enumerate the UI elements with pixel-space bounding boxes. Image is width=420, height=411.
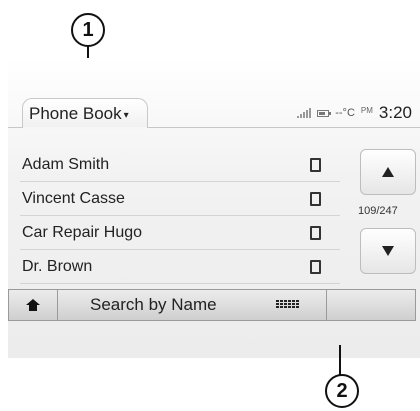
contact-name: Car Repair Hugo bbox=[22, 223, 143, 241]
phone-book-dropdown[interactable]: Phone Book ▾ bbox=[22, 98, 148, 128]
phone-icon bbox=[310, 157, 321, 172]
home-icon bbox=[26, 299, 40, 311]
scroll-down-button[interactable] bbox=[360, 228, 416, 274]
bottom-toolbar: Search by Name bbox=[8, 289, 416, 321]
search-by-name-label: Search by Name bbox=[90, 295, 217, 314]
battery-icon bbox=[317, 109, 332, 117]
toolbar-empty-slot[interactable] bbox=[327, 290, 415, 320]
callout-2: 2 bbox=[325, 374, 359, 408]
chevron-down-icon: ▾ bbox=[123, 110, 129, 121]
callout-1: 1 bbox=[71, 13, 105, 47]
status-bar: --°C PM 3:20 bbox=[297, 103, 412, 123]
signal-icon bbox=[297, 108, 312, 118]
contact-name: Dr. Brown bbox=[22, 257, 93, 275]
keyboard-icon bbox=[275, 300, 299, 310]
clock: 3:20 bbox=[378, 103, 412, 122]
time-ampm: PM bbox=[360, 105, 373, 115]
search-by-name-button[interactable]: Search by Name bbox=[58, 290, 327, 320]
list-item[interactable]: Adam Smith bbox=[20, 148, 340, 182]
phone-icon bbox=[310, 259, 321, 274]
header-tab-join bbox=[23, 127, 147, 129]
callout-2-leader bbox=[339, 345, 341, 375]
scroll-up-button[interactable] bbox=[360, 149, 416, 195]
page-counter: 109/247 bbox=[358, 205, 398, 217]
contact-list: Adam Smith Vincent Casse Car Repair Hugo… bbox=[20, 148, 340, 284]
triangle-down-icon bbox=[382, 246, 394, 256]
contact-name: Adam Smith bbox=[22, 155, 110, 173]
contact-name: Vincent Casse bbox=[22, 189, 125, 207]
triangle-up-icon bbox=[382, 167, 394, 177]
temperature: --°C bbox=[335, 107, 355, 119]
phone-icon bbox=[310, 191, 321, 206]
home-button[interactable] bbox=[9, 290, 58, 320]
list-item[interactable]: Vincent Casse bbox=[20, 182, 340, 216]
list-item[interactable]: Dr. Brown bbox=[20, 250, 340, 284]
phone-icon bbox=[310, 225, 321, 240]
page-title: Phone Book bbox=[29, 103, 122, 123]
stage: 1 Phone Book ▾ --°C PM 3:20 Adam Smith V… bbox=[0, 0, 420, 411]
list-item[interactable]: Car Repair Hugo bbox=[20, 216, 340, 250]
